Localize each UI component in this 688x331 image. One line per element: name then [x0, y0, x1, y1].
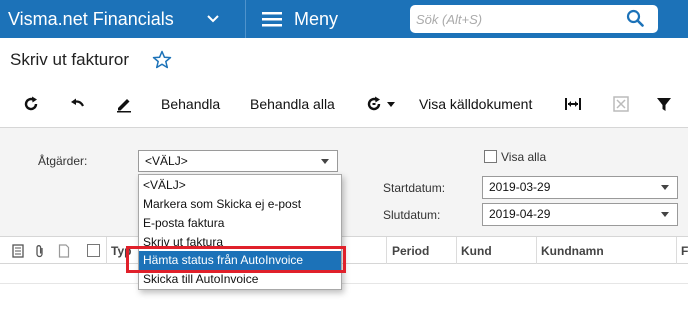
menu-label: Meny	[294, 9, 339, 29]
column-header-period[interactable]: Period	[392, 237, 429, 265]
start-date-label: Startdatum:	[383, 181, 446, 195]
actions-label: Åtgärder:	[38, 154, 88, 168]
export-excel-icon[interactable]	[612, 95, 630, 113]
top-bar: Visma.net Financials Meny	[0, 0, 688, 38]
chevron-down-icon[interactable]	[386, 99, 396, 109]
actions-select[interactable]: <VÄLJ>	[138, 150, 338, 172]
end-date-value: 2019-04-29	[489, 207, 551, 221]
search-box[interactable]	[410, 5, 658, 33]
chevron-down-icon	[661, 185, 669, 190]
filter-panel: Åtgärder: <VÄLJ> Visa alla Startdatum: 2…	[0, 128, 688, 236]
hamburger-icon	[262, 12, 282, 27]
document-icon	[58, 244, 70, 258]
column-header-customer-name[interactable]: Kundnamn	[541, 237, 604, 265]
refresh-icon[interactable]	[22, 95, 40, 113]
end-date-label: Slutdatum:	[383, 208, 441, 222]
column-header-f[interactable]: F	[681, 237, 688, 265]
process-button[interactable]: Behandla	[161, 86, 220, 122]
select-all-checkbox[interactable]	[87, 244, 100, 257]
sync-icon[interactable]	[365, 95, 383, 113]
chevron-down-icon[interactable]	[206, 12, 220, 26]
dropdown-option-email-invoice[interactable]: E-posta faktura	[139, 214, 341, 233]
highlight-annotation	[126, 246, 346, 273]
toolbar: Behandla Behandla alla Visa källdokument	[0, 86, 688, 122]
column-header-customer[interactable]: Kund	[461, 237, 492, 265]
end-date-field[interactable]: 2019-04-29	[482, 203, 678, 226]
column-divider	[676, 237, 677, 265]
show-all-label: Visa alla	[501, 150, 547, 164]
menu-button[interactable]: Meny	[262, 0, 338, 38]
column-divider	[536, 237, 537, 265]
undo-icon[interactable]	[69, 95, 87, 113]
chevron-down-icon	[661, 212, 669, 217]
show-all-checkbox[interactable]	[484, 150, 497, 163]
page-title: Skriv ut fakturor	[10, 50, 130, 69]
fit-width-icon[interactable]	[564, 95, 582, 113]
start-date-field[interactable]: 2019-03-29	[482, 176, 678, 199]
view-source-document-button[interactable]: Visa källdokument	[419, 86, 532, 122]
dropdown-option-mark-no-email[interactable]: Markera som Skicka ej e-post	[139, 195, 341, 214]
column-divider	[386, 237, 387, 265]
top-bar-divider	[245, 0, 246, 38]
actions-select-value: <VÄLJ>	[145, 154, 188, 168]
start-date-value: 2019-03-29	[489, 180, 551, 194]
column-divider	[456, 237, 457, 265]
column-divider	[106, 237, 107, 265]
attachment-icon[interactable]	[34, 244, 46, 258]
search-input[interactable]	[416, 5, 616, 33]
search-icon[interactable]	[626, 9, 644, 27]
star-icon[interactable]	[152, 50, 172, 70]
chevron-down-icon	[321, 159, 329, 164]
process-all-button[interactable]: Behandla alla	[250, 86, 335, 122]
filter-icon[interactable]	[655, 95, 673, 113]
dropdown-option-select[interactable]: <VÄLJ>	[139, 176, 341, 195]
edit-icon[interactable]	[115, 95, 133, 113]
notes-icon[interactable]	[12, 244, 24, 258]
